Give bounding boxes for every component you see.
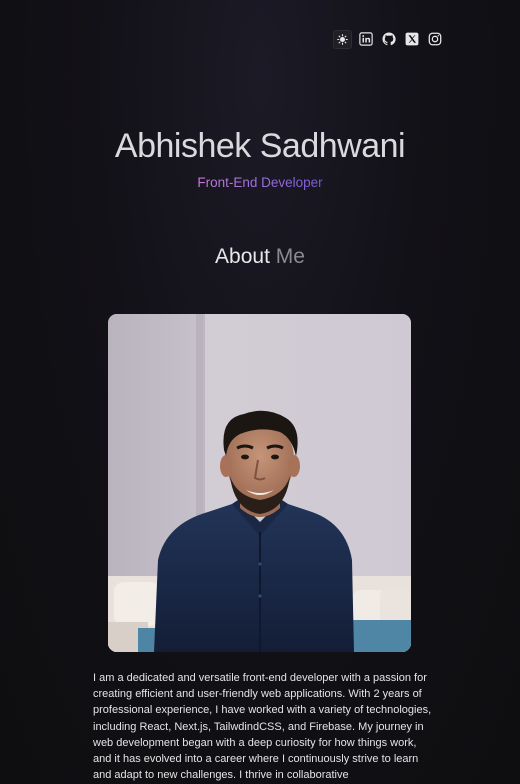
about-heading-accent: Me [275,245,305,268]
linkedin-icon [359,32,373,46]
about-bio-text: I am a dedicated and versatile front-end… [93,672,432,782]
linkedin-link[interactable] [357,30,375,48]
sun-icon [337,34,348,45]
hero-section: Abhishek Sadhwani Front-End Developer [0,122,520,192]
role-subtitle: Front-End Developer [197,175,323,190]
page-title: Abhishek Sadhwani [114,127,406,165]
theme-toggle-button[interactable] [333,30,352,49]
github-icon [382,32,396,46]
portrait-illustration [108,314,411,652]
github-link[interactable] [380,30,398,48]
social-icon-bar [333,30,444,49]
profile-photo [108,314,411,652]
instagram-icon [428,32,442,46]
instagram-link[interactable] [426,30,444,48]
about-heading-main: About [215,245,270,268]
x-icon [405,32,419,46]
x-twitter-link[interactable] [403,30,421,48]
about-heading: About Me [0,243,520,271]
